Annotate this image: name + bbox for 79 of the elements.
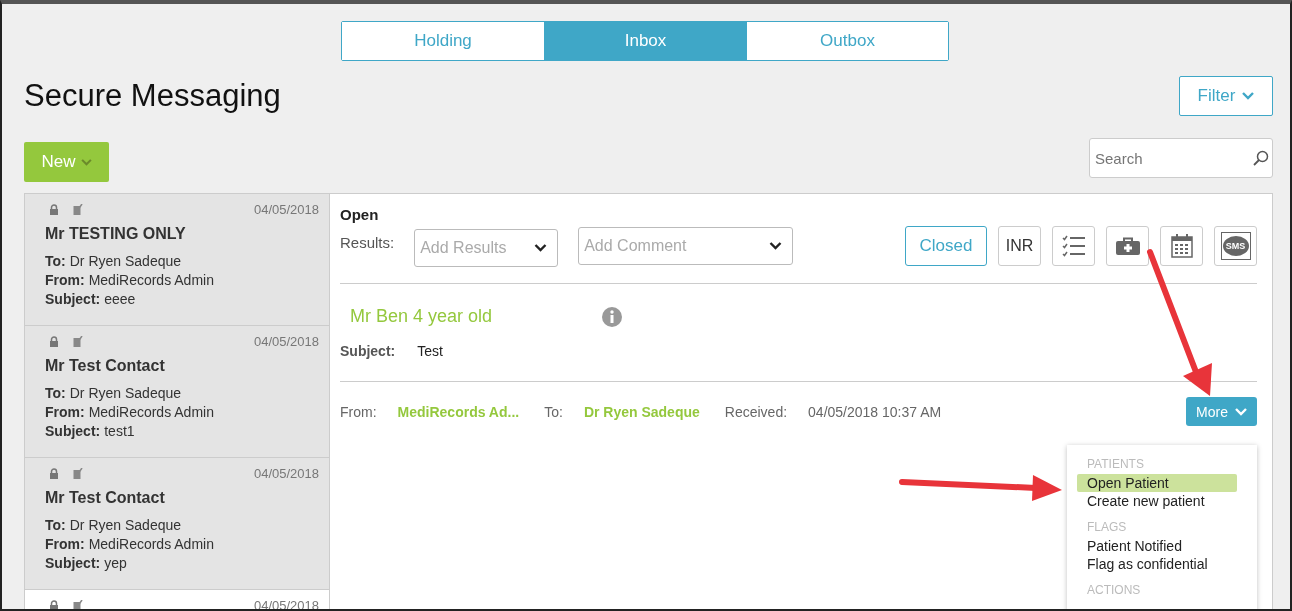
calendar-button[interactable] [1160,226,1203,266]
calendar-icon [1170,234,1193,258]
meta-label: From: [340,403,377,420]
medical-kit-icon [1115,237,1140,255]
note-icon [73,336,83,347]
subject-label: Subject: [340,343,396,359]
medkit-button[interactable] [1106,226,1149,266]
menu-item[interactable]: Patient Notified [1077,537,1237,555]
contact-link[interactable]: Dr Ryen Sadeque [583,403,700,420]
message-item[interactable]: 04/05/2018 Mr Test Contact To: Dr Ryen Sadeque From: MediRecords Admin Subject: test1 [25,326,329,458]
search-field[interactable]: Search [1089,138,1273,178]
field-label: To: [45,517,66,533]
note-icon [73,204,83,215]
field-label: To: [45,253,66,269]
field-value: eeee [104,291,136,307]
field-value: MediRecords Admin [88,272,214,288]
field-label: From: [45,536,85,552]
inr-button[interactable]: INR [998,226,1041,266]
results-label: Results: [340,233,395,251]
patient-name[interactable]: Mr Ben 4 year old [350,306,602,327]
closed-button[interactable]: Closed [905,226,987,266]
subject-value: Test [417,343,443,359]
new-button[interactable]: New [24,142,109,182]
sms-button[interactable]: SMS [1214,226,1257,266]
sender-name: Mr Test Contact [45,357,166,375]
field-label: From: [45,272,85,288]
message-date: 04/05/2018 [253,202,319,217]
more-button[interactable]: More [1186,397,1257,426]
field-value: MediRecords Admin [88,536,214,552]
field-value: yep [104,555,127,571]
meta-label: To: [544,403,563,420]
lock-icon [49,204,59,215]
page-title: Secure Messaging [24,78,281,114]
field-value: MediRecords Admin [88,404,214,420]
chevron-icon [1242,92,1255,100]
received-date: 04/05/2018 10:37 AM [808,403,942,420]
field-label: Subject: [45,291,101,307]
info-icon[interactable] [602,306,622,327]
field-label: Subject: [45,555,101,571]
field-value: test1 [104,423,135,439]
menu-item[interactable]: Open Patient [1077,474,1237,492]
sender-name: Mr Test Contact [45,489,166,507]
field-label: To: [45,385,66,401]
menu-item[interactable]: Create new patient [1077,492,1237,510]
field-label: Subject: [45,423,101,439]
message-item[interactable]: 04/05/2018 Mr Test Contact To: Dr Ryen Sadeque From: MediRecords Admin Subject: yep [25,458,329,590]
results-dropdown[interactable]: Add Results [414,229,559,267]
message-date: 04/05/2018 [253,466,319,481]
lock-icon [49,600,59,609]
field-value: Dr Ryen Sadeque [69,253,182,269]
filter-button[interactable]: Filter [1179,76,1273,116]
chevron-icon [769,242,783,250]
menu-item[interactable]: Flag as confidential [1077,555,1237,573]
search-icon [1253,150,1269,166]
tab[interactable]: Outbox [746,22,948,60]
checklist-icon [1061,235,1086,257]
chevron-icon [1235,407,1247,416]
menu-heading: ACTIONS [1087,583,1142,597]
note-icon [73,468,83,479]
received-label: Received: [724,403,788,420]
message-status: Open [340,206,380,223]
lock-icon [49,336,59,347]
sender-name: Mr TESTING ONLY [45,225,187,243]
contact-link[interactable]: MediRecords Ad... [397,403,520,420]
field-value: Dr Ryen Sadeque [69,517,182,533]
chevron-icon [534,244,548,252]
field-label: From: [45,404,85,420]
tab[interactable]: Holding [342,22,544,60]
note-icon [73,600,83,609]
comment-dropdown[interactable]: Add Comment [578,227,794,265]
checklist-button[interactable] [1052,226,1095,266]
lock-icon [49,468,59,479]
message-date: 04/05/2018 [253,334,319,349]
message-item[interactable]: 04/05/2018 Mr TESTING ONLY To: Dr Ryen Sadeque From: MediRecords Admin Subject: eeee [25,194,329,326]
menu-heading: FLAGS [1087,520,1128,534]
menu-heading: PATIENTS [1087,457,1145,471]
tab[interactable]: Inbox [544,22,746,60]
chevron-icon [80,158,92,166]
field-value: Dr Ryen Sadeque [69,385,182,401]
